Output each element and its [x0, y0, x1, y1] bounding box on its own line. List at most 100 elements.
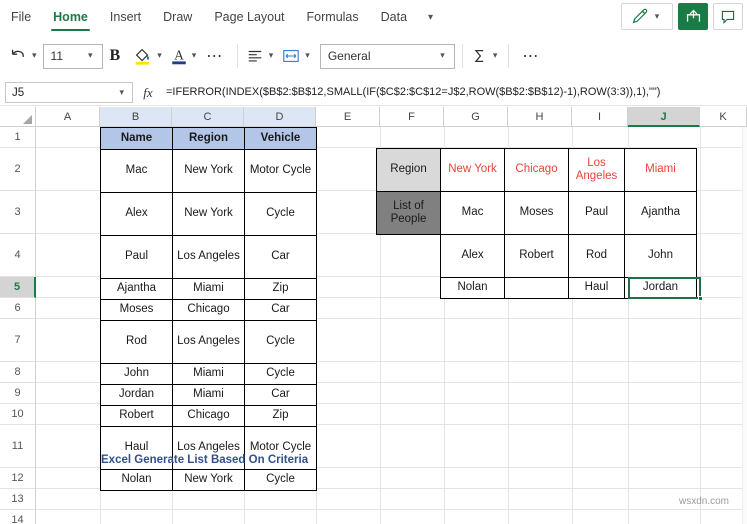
font-color-button[interactable]: A ▾: [166, 41, 201, 71]
insert-function-button[interactable]: fx: [133, 85, 163, 101]
bold-button[interactable]: B: [103, 47, 128, 65]
vertical-scrollbar[interactable]: [742, 127, 747, 524]
cell-c8[interactable]: Miami: [172, 363, 245, 385]
column-header-d[interactable]: D: [244, 107, 316, 127]
fill-color-chevron-down-icon[interactable]: ▾: [157, 51, 162, 61]
cell-d4[interactable]: Car: [244, 235, 317, 279]
cell-d8[interactable]: Cycle: [244, 363, 317, 385]
cell-d7[interactable]: Cycle: [244, 320, 317, 364]
row-header-11[interactable]: 11: [0, 425, 36, 468]
cell-j4[interactable]: John: [624, 234, 697, 278]
tab-home[interactable]: Home: [42, 0, 99, 34]
cell-g3[interactable]: Mac: [440, 191, 505, 235]
row-header-13[interactable]: 13: [0, 489, 36, 510]
fill-color-button[interactable]: ▾: [127, 41, 166, 71]
cell-g4[interactable]: Alex: [440, 234, 505, 278]
cell-j5[interactable]: Jordan: [624, 277, 697, 299]
cell-c3[interactable]: New York: [172, 192, 245, 236]
row-header-8[interactable]: 8: [0, 362, 36, 383]
tab-draw[interactable]: Draw: [152, 0, 203, 34]
column-header-h[interactable]: H: [508, 107, 572, 127]
cell-b4[interactable]: Paul: [100, 235, 173, 279]
pen-chevron-down-icon[interactable]: ▾: [655, 12, 660, 22]
cell-c2[interactable]: New York: [172, 149, 245, 193]
row-header-14[interactable]: 14: [0, 510, 36, 524]
name-box-chevron-down-icon[interactable]: ▾: [119, 88, 124, 98]
comment-button[interactable]: [713, 3, 743, 30]
align-chevron-down-icon[interactable]: ▾: [269, 51, 274, 61]
more-font-options-ellipsis-icon[interactable]: ⋯: [200, 46, 230, 66]
row-header-4[interactable]: 4: [0, 234, 36, 277]
align-button[interactable]: ▾: [245, 41, 278, 71]
table-row[interactable]: Alex New York Cycle: [100, 192, 317, 236]
tab-file[interactable]: File: [0, 0, 42, 34]
cell-i3[interactable]: Paul: [568, 191, 625, 235]
cell-c10[interactable]: Chicago: [172, 405, 245, 427]
autosum-chevron-down-icon[interactable]: ▾: [493, 51, 498, 61]
tab-page-layout[interactable]: Page Layout: [203, 0, 295, 34]
table-row[interactable]: Paul Los Angeles Car: [100, 235, 317, 279]
row-header-3[interactable]: 3: [0, 191, 36, 234]
cell-b7[interactable]: Rod: [100, 320, 173, 364]
cell-b2[interactable]: Mac: [100, 149, 173, 193]
more-tabs-chevron-down-icon[interactable]: ▾: [418, 12, 443, 23]
result-region-los-angeles[interactable]: Los Angeles: [568, 148, 625, 192]
cell-i5[interactable]: Haul: [568, 277, 625, 299]
table-row[interactable]: Mac New York Motor Cycle: [100, 149, 317, 193]
column-header-j[interactable]: J: [628, 107, 700, 127]
font-size-chevron-down-icon[interactable]: ▾: [88, 51, 93, 61]
cell-d5[interactable]: Zip: [244, 278, 317, 300]
table-row[interactable]: Alex Robert Rod John: [377, 234, 697, 278]
column-header-e[interactable]: E: [316, 107, 380, 127]
cell-j3[interactable]: Ajantha: [624, 191, 697, 235]
cell-b10[interactable]: Robert: [100, 405, 173, 427]
cell-d2[interactable]: Motor Cycle: [244, 149, 317, 193]
column-header-b[interactable]: B: [100, 107, 172, 127]
number-format-chevron-down-icon[interactable]: ▾: [440, 51, 445, 61]
row-header-5[interactable]: 5: [0, 277, 36, 298]
autosum-button[interactable]: ▾: [470, 41, 502, 71]
table-row[interactable]: John Miami Cycle: [100, 363, 317, 385]
table-row[interactable]: List of People Mac Moses Paul Ajantha: [376, 191, 697, 235]
table-row[interactable]: Ajantha Miami Zip: [100, 278, 317, 300]
column-header-a[interactable]: A: [36, 107, 100, 127]
cell-i4[interactable]: Rod: [568, 234, 625, 278]
cell-h5[interactable]: [504, 277, 569, 299]
number-format-select[interactable]: General ▾: [319, 43, 455, 69]
column-header-g[interactable]: G: [444, 107, 508, 127]
tab-insert[interactable]: Insert: [99, 0, 152, 34]
result-region-new-york[interactable]: New York: [440, 148, 505, 192]
cell-h4[interactable]: Robert: [504, 234, 569, 278]
undo-chevron-down-icon[interactable]: ▾: [32, 51, 37, 61]
cell-c4[interactable]: Los Angeles: [172, 235, 245, 279]
wrap-text-chevron-down-icon[interactable]: ▾: [305, 51, 310, 61]
column-header-c[interactable]: C: [172, 107, 244, 127]
result-region-chicago[interactable]: Chicago: [504, 148, 569, 192]
table-row[interactable]: Nolan Haul Jordan: [377, 277, 697, 299]
select-all-corner-icon[interactable]: [0, 107, 36, 127]
row-header-9[interactable]: 9: [0, 383, 36, 404]
table-row[interactable]: Jordan Miami Car: [100, 384, 317, 406]
cell-g5[interactable]: Nolan: [440, 277, 505, 299]
row-header-6[interactable]: 6: [0, 298, 36, 319]
cell-b5[interactable]: Ajantha: [100, 278, 173, 300]
cell-d3[interactable]: Cycle: [244, 192, 317, 236]
cell-c9[interactable]: Miami: [172, 384, 245, 406]
cell-c12[interactable]: New York: [172, 469, 245, 491]
cell-d10[interactable]: Zip: [244, 405, 317, 427]
column-header-k[interactable]: K: [700, 107, 747, 127]
table-row[interactable]: Robert Chicago Zip: [100, 405, 317, 427]
cell-d6[interactable]: Car: [244, 299, 317, 321]
table-row[interactable]: Nolan New York Cycle: [100, 469, 317, 491]
cell-c6[interactable]: Chicago: [172, 299, 245, 321]
table-row[interactable]: Rod Los Angeles Cycle: [100, 320, 317, 364]
column-header-f[interactable]: F: [380, 107, 444, 127]
result-region-miami[interactable]: Miami: [624, 148, 697, 192]
cell-d12[interactable]: Cycle: [244, 469, 317, 491]
row-header-7[interactable]: 7: [0, 319, 36, 362]
cell-b6[interactable]: Moses: [100, 299, 173, 321]
more-toolbar-ellipsis-icon[interactable]: ⋯: [516, 46, 546, 66]
tab-data[interactable]: Data: [370, 0, 418, 34]
fill-handle[interactable]: [698, 296, 703, 301]
cell-h3[interactable]: Moses: [504, 191, 569, 235]
